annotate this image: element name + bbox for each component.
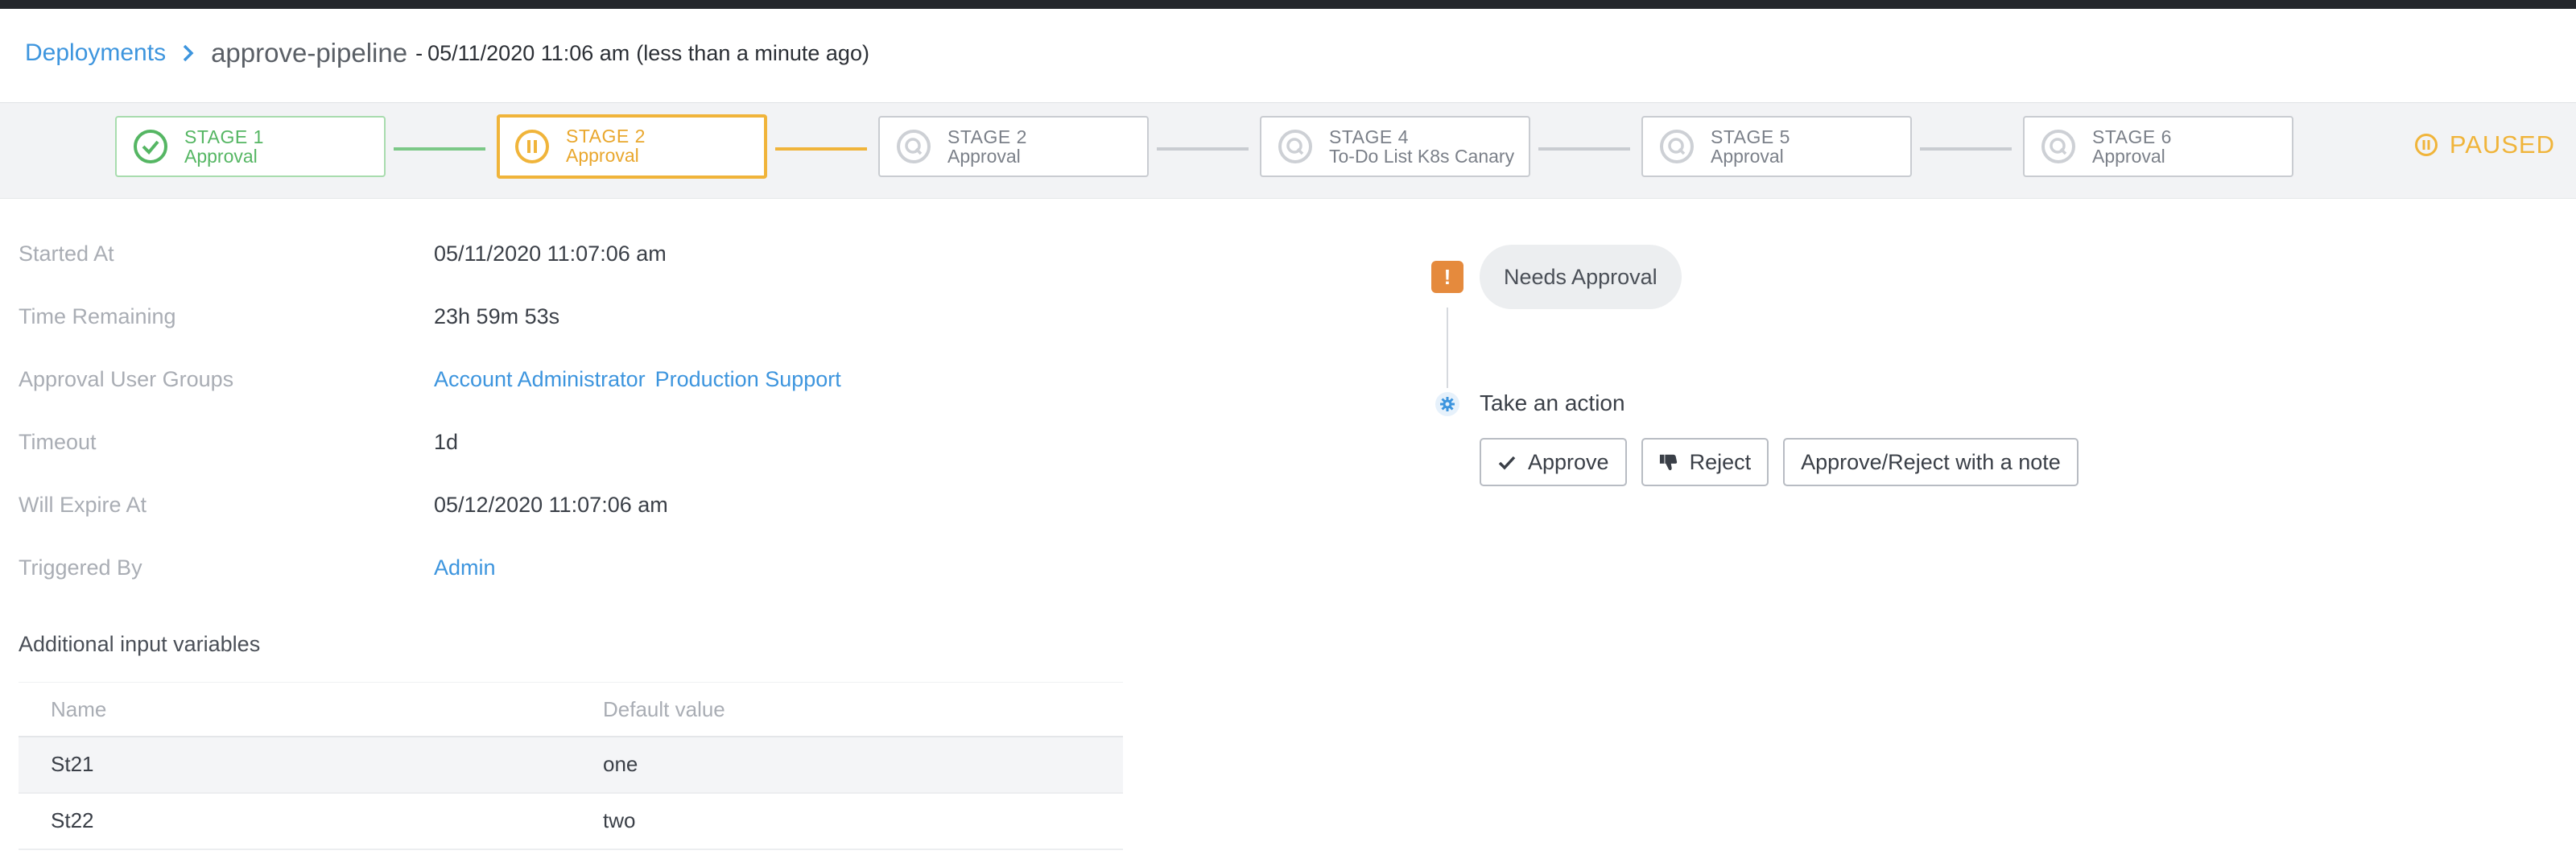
detail-label: Timeout — [19, 430, 97, 454]
column-header: Name — [51, 697, 107, 721]
table-row: St22 two — [19, 794, 1123, 850]
stage-connector — [394, 147, 485, 151]
user-group-link[interactable]: Account Administrator — [434, 367, 646, 392]
stage-type: Approval — [2092, 146, 2165, 167]
check-circle-icon — [133, 129, 168, 164]
stage-card-1[interactable]: STAGE 1 Approval — [115, 116, 386, 177]
stage-card-6[interactable]: STAGE 6 Approval — [2023, 116, 2293, 177]
chevron-right-icon — [177, 42, 200, 64]
input-variables-table: Name Default value St21 one St22 two — [19, 682, 1123, 850]
stage-connector — [1538, 147, 1630, 151]
pause-circle-icon — [514, 129, 550, 164]
stage-name: STAGE 5 — [1711, 126, 1790, 147]
stage-type: Approval — [566, 145, 639, 166]
reject-button[interactable]: Reject — [1641, 438, 1769, 486]
user-group-link[interactable]: Production Support — [655, 367, 841, 392]
stage-connector — [775, 147, 867, 151]
section-heading: Additional input variables — [19, 632, 261, 656]
pipeline-stage-bar: STAGE 1 Approval STAGE 2 Approval STAGE … — [0, 102, 2576, 199]
detail-value: 05/12/2020 11:07:06 am — [434, 493, 668, 517]
table-row: St21 one — [19, 737, 1123, 794]
detail-label: Triggered By — [19, 555, 142, 580]
execution-status: PAUSED — [2414, 130, 2555, 159]
detail-label: Started At — [19, 242, 114, 266]
column-header: Default value — [603, 697, 725, 721]
thumbs-down-icon — [1659, 452, 1678, 472]
stage-name: STAGE 4 — [1329, 126, 1409, 147]
detail-value: 05/11/2020 11:07:06 am — [434, 242, 667, 266]
stage-card-4[interactable]: STAGE 4 To-Do List K8s Canary — [1260, 116, 1530, 177]
stage-name: STAGE 1 — [184, 126, 264, 147]
queued-icon — [1278, 129, 1313, 164]
stage-name: STAGE 2 — [947, 126, 1027, 147]
variable-name: St21 — [51, 752, 94, 776]
stage-type: Approval — [947, 146, 1021, 167]
detail-value: 1d — [434, 430, 459, 454]
stage-card-2[interactable]: STAGE 2 Approval — [497, 114, 767, 179]
warning-icon: ! — [1431, 261, 1463, 293]
stage-card-3[interactable]: STAGE 2 Approval — [878, 116, 1149, 177]
stage-connector — [1157, 147, 1249, 151]
detail-label: Time Remaining — [19, 304, 176, 328]
breadcrumb-separator: - — [415, 40, 423, 65]
stage-connector — [1920, 147, 2012, 151]
table-header: Name Default value — [19, 682, 1123, 737]
needs-approval-badge: Needs Approval — [1480, 245, 1682, 309]
execution-timestamp: 05/11/2020 11:06 am — [427, 40, 630, 65]
execution-relative-time: (less than a minute ago) — [636, 40, 869, 65]
approve-button[interactable]: Approve — [1480, 438, 1627, 486]
stage-name: STAGE 6 — [2092, 126, 2172, 147]
approve-reject-note-button[interactable]: Approve/Reject with a note — [1783, 438, 2079, 486]
stage-type: Approval — [184, 146, 258, 167]
queued-icon — [1659, 129, 1695, 164]
variable-value: two — [603, 808, 636, 832]
breadcrumb-deployments-link[interactable]: Deployments — [25, 39, 166, 67]
take-action-label: Take an action — [1480, 390, 1625, 415]
queued-icon — [2041, 129, 2076, 164]
detail-label: Will Expire At — [19, 493, 147, 517]
timeline-connector — [1447, 308, 1448, 388]
stage-name: STAGE 2 — [566, 126, 646, 147]
variable-value: one — [603, 752, 638, 776]
approval-actions: Approve Reject Approve/Reject with a not… — [1480, 438, 2079, 486]
stage-type: To-Do List K8s Canary — [1329, 146, 1515, 167]
variable-name: St22 — [51, 808, 94, 832]
approve-button-label: Approve — [1528, 449, 1609, 474]
breadcrumb: Deployments approve-pipeline - 05/11/202… — [25, 35, 869, 71]
detail-value: 23h 59m 53s — [434, 304, 560, 328]
triggered-by-link[interactable]: Admin — [434, 555, 496, 580]
top-bar — [0, 0, 2576, 9]
status-label: PAUSED — [2449, 130, 2555, 159]
page-title: approve-pipeline — [211, 38, 408, 68]
user-group-list: Account Administrator Production Support — [434, 367, 841, 392]
reject-button-label: Reject — [1689, 449, 1752, 474]
pause-icon — [2414, 133, 2438, 157]
check-icon — [1497, 452, 1517, 472]
stage-type: Approval — [1711, 146, 1784, 167]
gear-icon — [1435, 391, 1460, 417]
stage-card-5[interactable]: STAGE 5 Approval — [1641, 116, 1912, 177]
queued-icon — [896, 129, 931, 164]
detail-label: Approval User Groups — [19, 367, 234, 391]
